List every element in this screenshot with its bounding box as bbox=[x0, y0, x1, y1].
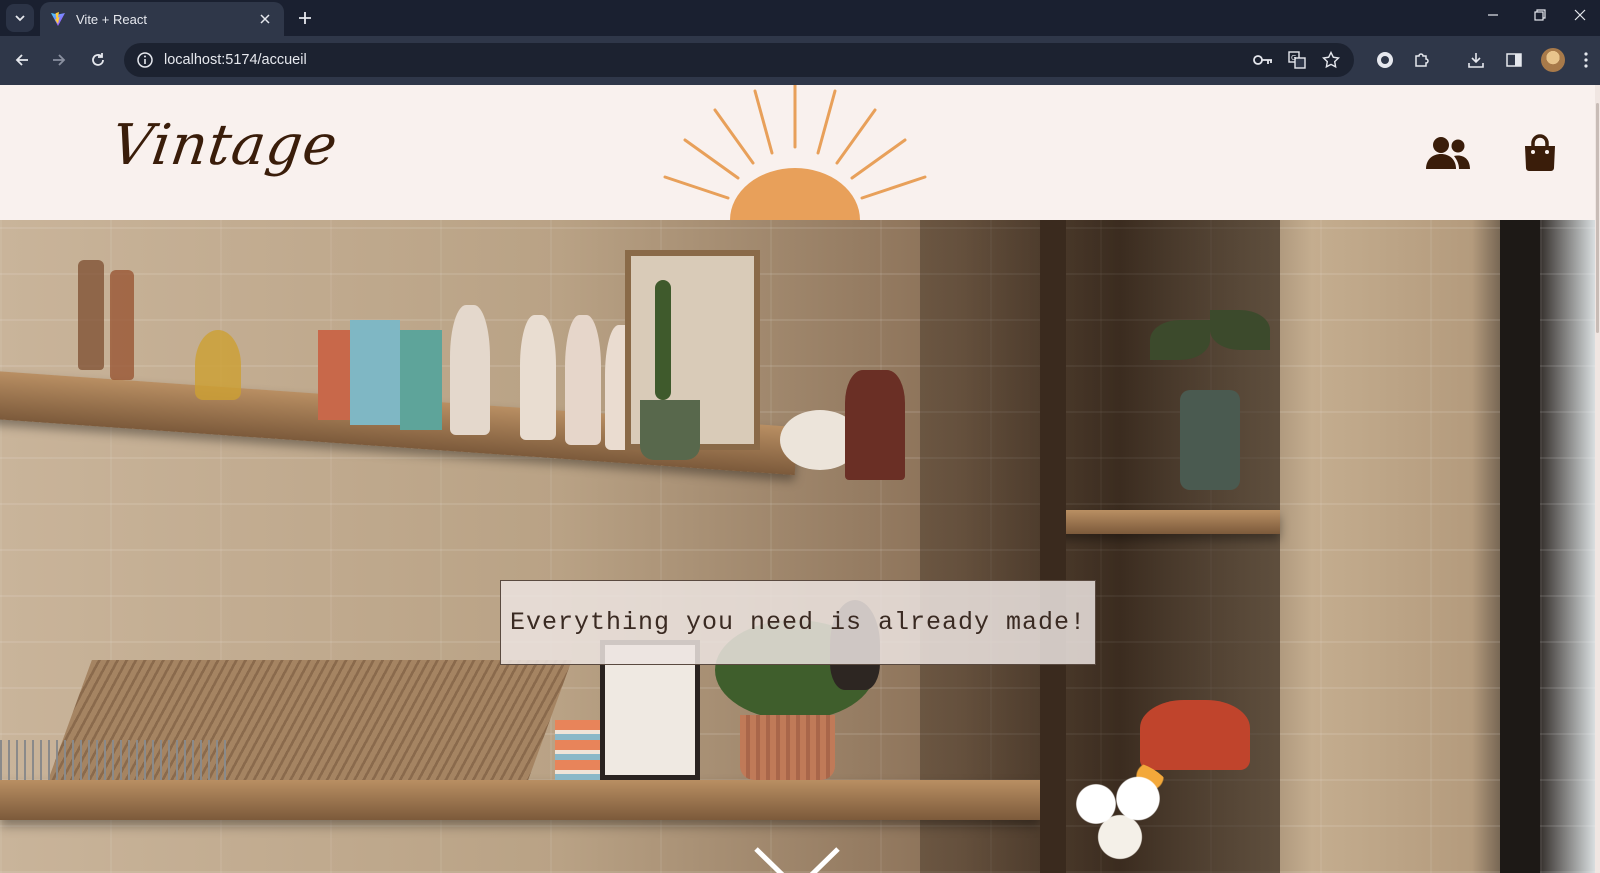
profile-avatar[interactable] bbox=[1541, 48, 1565, 72]
door-frame bbox=[1500, 220, 1540, 873]
puzzle-icon bbox=[1415, 53, 1429, 67]
vite-favicon-icon bbox=[51, 12, 65, 26]
extension-button[interactable] bbox=[1373, 48, 1397, 72]
translate-icon: G bbox=[1288, 51, 1306, 69]
password-key-button[interactable] bbox=[1252, 49, 1274, 71]
hero-section: Everything you need is already made! bbox=[0, 220, 1600, 873]
tagline-banner: Everything you need is already made! bbox=[500, 580, 1096, 665]
glass-vase bbox=[1180, 390, 1240, 490]
plus-icon bbox=[299, 12, 311, 24]
site-logo[interactable]: Vintage bbox=[107, 113, 341, 178]
star-icon bbox=[1322, 51, 1340, 69]
right-shelf bbox=[1050, 510, 1280, 534]
extensions-menu-button[interactable] bbox=[1410, 48, 1434, 72]
tab-title: Vite + React bbox=[76, 11, 147, 27]
figurine bbox=[520, 315, 556, 440]
wire-basket bbox=[0, 740, 230, 780]
tab-search-button[interactable] bbox=[6, 4, 34, 32]
tab-close-button[interactable] bbox=[256, 10, 274, 28]
arrow-left-icon bbox=[15, 54, 28, 66]
spice-jar bbox=[78, 260, 104, 370]
close-icon bbox=[260, 14, 270, 24]
flower-bouquet bbox=[1060, 760, 1180, 870]
reload-button[interactable] bbox=[84, 46, 112, 74]
side-panel-button[interactable] bbox=[1502, 48, 1526, 72]
browser-toolbar: localhost:5174/accueil G bbox=[0, 36, 1600, 85]
chevron-down-icon bbox=[15, 15, 25, 22]
oil-bottle bbox=[195, 330, 241, 400]
new-tab-button[interactable] bbox=[292, 5, 318, 31]
arrow-right-icon bbox=[53, 54, 66, 66]
bookmark-button[interactable] bbox=[1320, 49, 1342, 71]
lower-shelf bbox=[0, 780, 1040, 820]
shopping-bag-icon bbox=[1525, 134, 1555, 171]
lantern bbox=[845, 370, 905, 480]
site-info-icon[interactable] bbox=[136, 51, 154, 69]
plant-leaves bbox=[1210, 310, 1270, 350]
hero-tagline: Everything you need is already made! bbox=[509, 608, 1087, 637]
browser-tab-strip: Vite + React bbox=[0, 0, 1600, 36]
address-bar[interactable]: localhost:5174/accueil G bbox=[124, 43, 1354, 77]
figurine bbox=[565, 315, 601, 445]
site-header: Vintage bbox=[0, 85, 1600, 220]
tea-box bbox=[350, 320, 400, 425]
plant-leaves bbox=[1150, 320, 1210, 360]
sun-illustration bbox=[663, 85, 927, 220]
more-vertical-icon bbox=[1584, 52, 1588, 68]
cactus bbox=[655, 280, 671, 400]
extension-circle-icon bbox=[1377, 52, 1393, 68]
tea-box bbox=[400, 330, 442, 430]
figurine bbox=[450, 305, 490, 435]
forward-button[interactable] bbox=[45, 46, 73, 74]
cart-button[interactable] bbox=[1516, 131, 1564, 175]
cactus-pot bbox=[640, 400, 700, 460]
spice-jar bbox=[110, 270, 134, 380]
url-text[interactable]: localhost:5174/accueil bbox=[164, 52, 1252, 68]
reload-icon bbox=[92, 53, 104, 66]
translate-button[interactable]: G bbox=[1286, 49, 1308, 71]
side-panel-icon bbox=[1506, 53, 1522, 67]
restore-icon bbox=[1534, 9, 1546, 21]
users-icon bbox=[1426, 137, 1470, 169]
close-window-button[interactable] bbox=[1560, 0, 1600, 30]
minimize-button[interactable] bbox=[1470, 0, 1516, 30]
back-button[interactable] bbox=[8, 46, 36, 74]
key-icon bbox=[1253, 55, 1272, 65]
rotary-phone bbox=[1140, 700, 1250, 770]
scroll-down-chevron-icon[interactable] bbox=[752, 845, 842, 873]
svg-text:G: G bbox=[1291, 54, 1296, 62]
account-button[interactable] bbox=[1424, 131, 1472, 175]
downloads-button[interactable] bbox=[1464, 48, 1488, 72]
download-icon bbox=[1468, 53, 1484, 68]
page-viewport: Vintage Everything you need is already m… bbox=[0, 85, 1600, 873]
close-icon bbox=[1574, 9, 1586, 21]
shelf-post bbox=[1040, 220, 1066, 873]
browser-menu-button[interactable] bbox=[1578, 48, 1594, 72]
browser-tab-active[interactable]: Vite + React bbox=[40, 2, 284, 36]
plant-pot bbox=[740, 715, 835, 780]
scrollbar-thumb[interactable] bbox=[1596, 103, 1599, 333]
minimize-icon bbox=[1488, 14, 1498, 16]
restore-button[interactable] bbox=[1517, 0, 1563, 30]
